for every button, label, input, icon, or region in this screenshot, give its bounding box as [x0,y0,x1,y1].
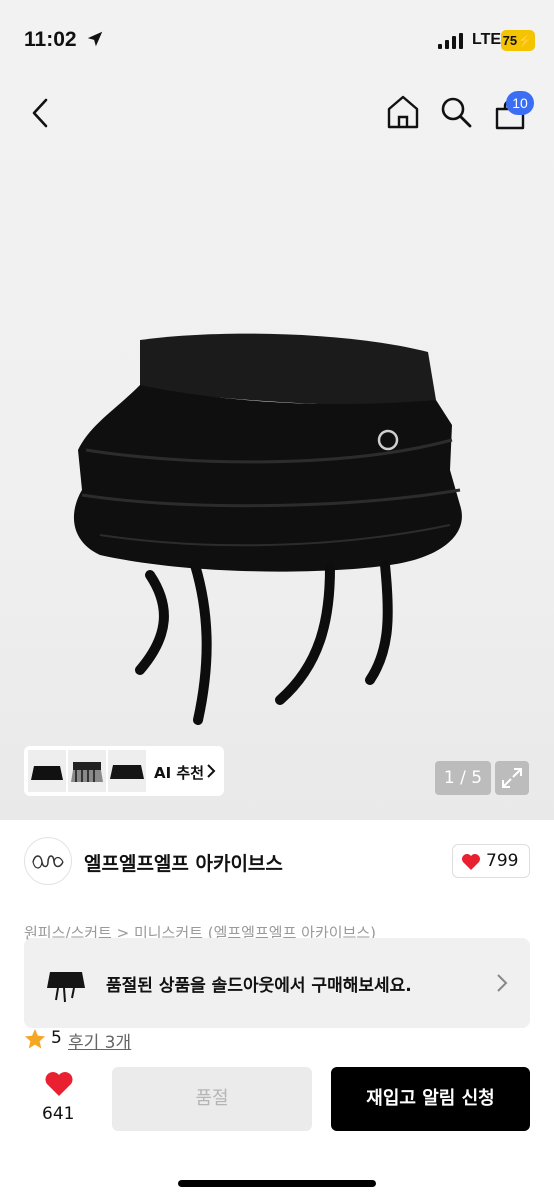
home-indicator [178,1180,376,1187]
home-icon[interactable] [386,94,420,130]
ai-recommendation-label: AI 추천 [154,764,205,782]
carrier-label: LTE [472,31,502,48]
back-icon[interactable] [26,96,56,130]
expand-button[interactable] [495,761,529,795]
shop-logo-mark [32,855,64,869]
shop-name[interactable]: 엘프엘프엘프 아카이브스 [84,849,283,876]
rating-score: 5 [51,1028,62,1048]
shop-logo[interactable] [24,837,72,885]
soldout-banner[interactable]: 품절된 상품을 솔드아웃에서 구매해보세요. [24,938,530,1028]
wishlist-count: 641 [42,1104,75,1124]
battery-level: 75 [502,33,518,48]
recommendation-thumbnail [28,750,66,792]
restock-alert-button[interactable]: 재입고 알림 신청 [331,1067,530,1131]
battery-icon: 75⚡ [501,30,535,51]
shop-like-count: 799 [486,851,519,871]
cart-count-badge: 10 [506,91,534,115]
gallery-page-indicator: 1 / 5 [435,761,491,795]
location-arrow-icon [87,31,103,47]
soldout-button[interactable]: 품절 [112,1067,312,1131]
product-image [73,333,462,725]
signal-icon [438,33,463,49]
heart-icon [462,854,480,870]
shop-like-button[interactable]: 799 [452,844,530,878]
banner-product-image [47,972,85,1003]
status-bar: 11:02 LTE 75⚡ [0,0,554,80]
soldout-banner-text: 품절된 상품을 솔드아웃에서 구매해보세요. [106,976,412,996]
ai-recommendation-button[interactable]: AI 추천 [24,746,224,796]
search-icon[interactable] [440,96,472,128]
status-time: 11:02 [24,28,77,51]
wishlist-heart-icon[interactable] [44,1070,74,1098]
chevron-right-icon [497,974,508,992]
recommendation-thumbnail [108,750,146,792]
recommendation-thumbnail [68,750,106,792]
star-icon [25,1029,45,1049]
expand-icon [502,768,522,788]
chevron-right-icon [207,764,216,778]
